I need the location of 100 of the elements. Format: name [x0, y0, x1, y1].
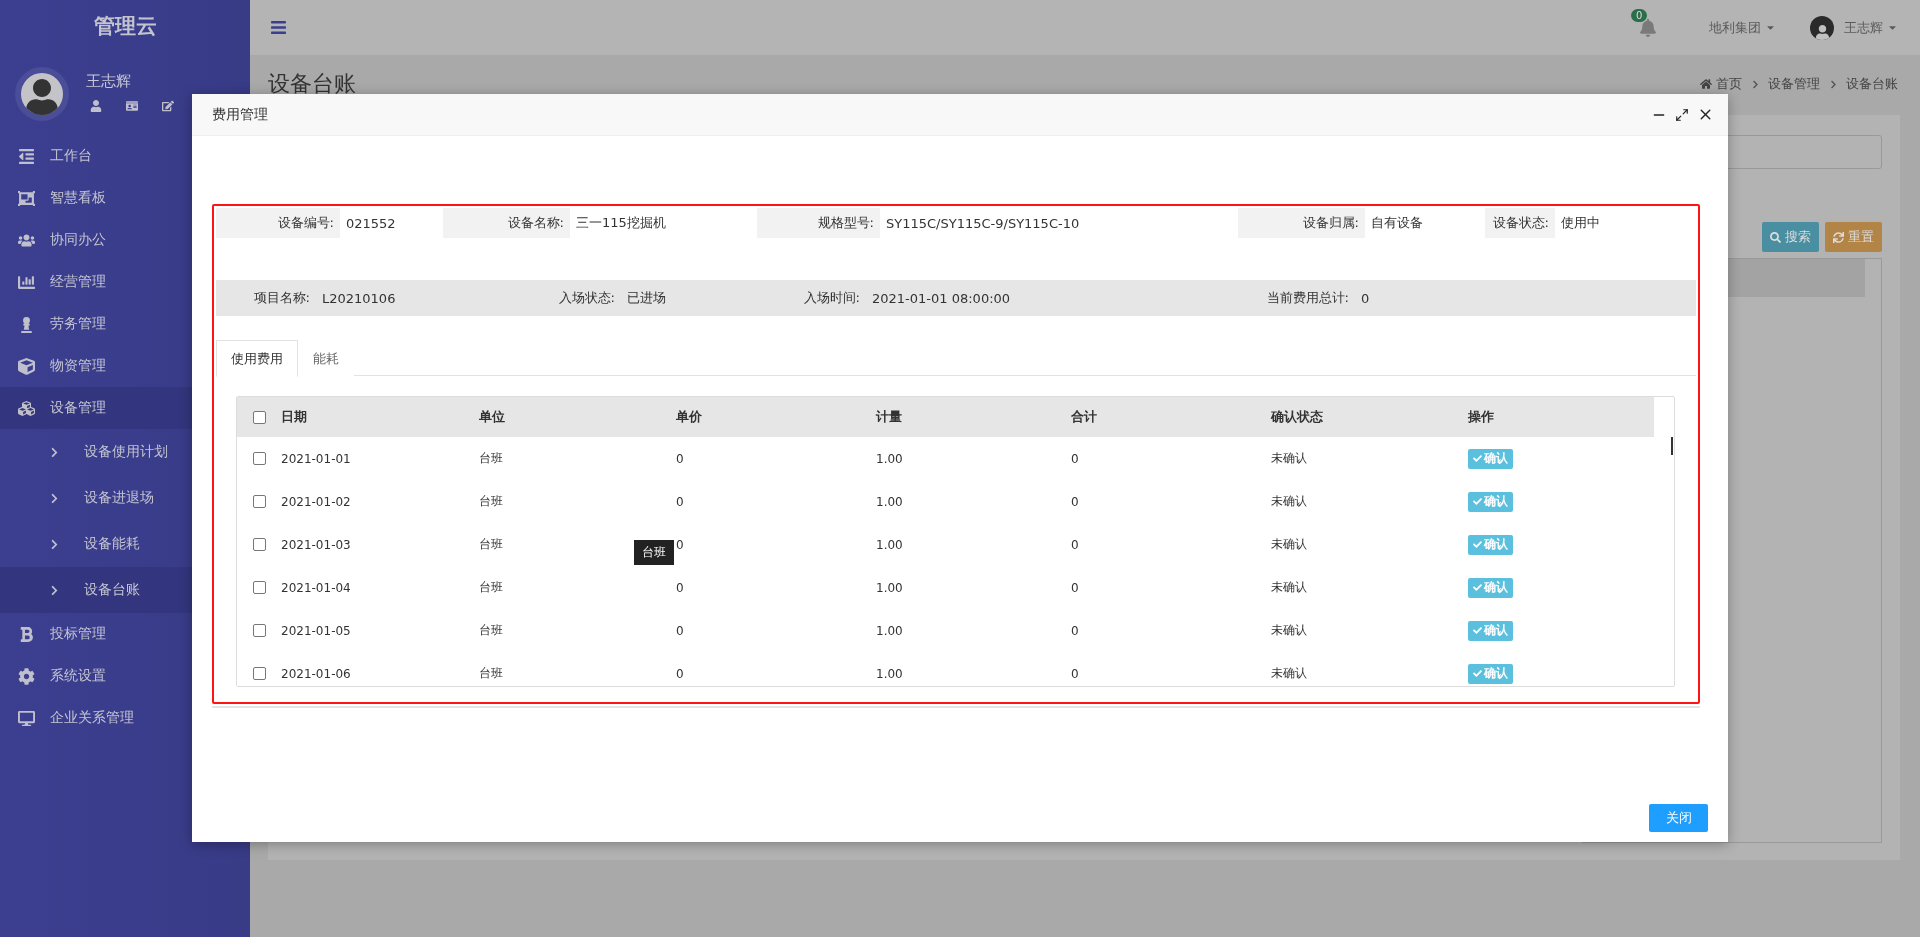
table-cell: 台班	[479, 622, 503, 639]
sidebar-subitem[interactable]: 设备能耗	[0, 521, 250, 567]
sidebar-item[interactable]: 经营管理	[0, 261, 250, 303]
check-icon	[1473, 454, 1482, 463]
column-header: 单价	[676, 408, 703, 426]
table-cell: 台班	[479, 665, 503, 682]
sidebar-item[interactable]: 投标管理	[0, 613, 250, 655]
field-value: 0	[1360, 289, 1371, 308]
table-cell: 0	[676, 451, 684, 466]
tab[interactable]: 使用费用	[216, 340, 298, 377]
breadcrumb-link[interactable]: 首页	[1700, 75, 1742, 93]
menu-icon	[16, 357, 36, 375]
table-cell: 0	[676, 623, 684, 638]
table-cell: 2021-01-06	[281, 666, 351, 681]
notification-count: 0	[1631, 8, 1648, 22]
table-cell: 0	[1071, 666, 1079, 681]
column-header: 计量	[876, 408, 903, 426]
sidebar-item[interactable]: 企业关系管理	[0, 697, 250, 739]
table-cell: 0	[676, 494, 684, 509]
table-cell: 台班	[479, 536, 503, 553]
table-cell: 0	[676, 580, 684, 595]
field-label: 设备名称:	[443, 208, 570, 238]
row-checkbox[interactable]	[252, 452, 266, 465]
field-value: 已进场	[626, 289, 667, 307]
field-value: 自有设备	[1370, 214, 1424, 232]
row-checkbox[interactable]	[252, 667, 266, 680]
table-cell: 1.00	[876, 666, 903, 681]
field-value: 021552	[345, 214, 397, 233]
table-cell: 未确认	[1271, 536, 1307, 553]
field-value: SY115C/SY115C-9/SY115C-10	[885, 214, 1081, 233]
company-dropdown[interactable]: 地利集团	[1709, 18, 1776, 37]
page-title: 设备台账	[268, 70, 357, 98]
field-label: 当前费用总计:	[1265, 289, 1350, 307]
user-name: 王志辉	[86, 72, 132, 91]
table-cell: 1.00	[876, 623, 903, 638]
table-cell: 0	[1071, 537, 1079, 552]
sidebar-item[interactable]: 系统设置	[0, 655, 250, 697]
field-value: L20210106	[321, 289, 397, 308]
menu-icon	[16, 189, 36, 207]
menu-icon	[16, 667, 36, 685]
table-cell: 0	[1071, 451, 1079, 466]
sidebar-subitem[interactable]: 设备进退场	[0, 475, 250, 521]
table-cell: 台班	[479, 579, 503, 596]
check-icon	[1473, 497, 1482, 506]
table-cell: 1.00	[876, 537, 903, 552]
menu-icon	[16, 147, 36, 165]
menu-icon	[16, 273, 36, 291]
table-cell: 2021-01-03	[281, 537, 351, 552]
check-icon	[1473, 669, 1482, 678]
table-cell: 1.00	[876, 494, 903, 509]
field-label: 规格型号:	[757, 208, 880, 238]
brand-logo: 管理云	[92, 13, 158, 40]
row-checkbox[interactable]	[252, 581, 266, 594]
check-icon	[1473, 626, 1482, 635]
check-icon	[1473, 583, 1482, 592]
table-cell: 未确认	[1271, 493, 1307, 510]
breadcrumb-link[interactable]: 设备台账	[1846, 75, 1898, 93]
field-label: 入场状态:	[557, 289, 616, 307]
table-cell: 2021-01-05	[281, 623, 351, 638]
field-label: 设备归属:	[1238, 208, 1365, 238]
field-value: 2021-01-01 08:00:00	[871, 289, 1012, 308]
field-value: 三一115挖掘机	[575, 214, 667, 232]
bell-icon[interactable]	[1639, 18, 1657, 37]
table-cell: 未确认	[1271, 622, 1307, 639]
table-cell: 0	[676, 666, 684, 681]
sidebar-subitem[interactable]: 设备使用计划	[0, 429, 250, 475]
table-cell: 0	[1071, 494, 1079, 509]
table-cell: 2021-01-04	[281, 580, 351, 595]
table-cell: 0	[1071, 623, 1079, 638]
row-checkbox[interactable]	[252, 624, 266, 637]
select-all-checkbox[interactable]	[252, 410, 266, 424]
column-header: 合计	[1071, 408, 1098, 426]
field-label: 设备编号:	[216, 208, 340, 238]
row-checkbox[interactable]	[252, 495, 266, 508]
maximize-icon[interactable]	[1675, 107, 1689, 122]
menu-icon	[16, 399, 36, 417]
field-label: 项目名称:	[252, 289, 311, 307]
menu-icon[interactable]	[268, 18, 288, 37]
menu-icon	[16, 709, 36, 727]
dialog-title: 费用管理	[212, 105, 269, 124]
breadcrumb-link[interactable]: 设备管理	[1768, 75, 1820, 93]
table-cell: 台班	[479, 450, 503, 467]
field-label: 设备状态:	[1485, 208, 1555, 238]
table-cell: 未确认	[1271, 665, 1307, 682]
tooltip: 台班	[634, 540, 674, 565]
table-cell: 1.00	[876, 580, 903, 595]
home-icon	[1700, 78, 1712, 90]
sidebar-item[interactable]: 工作台	[0, 135, 250, 177]
user-dropdown[interactable]: 王志辉	[1844, 18, 1898, 37]
field-value: 使用中	[1560, 214, 1601, 232]
check-icon	[1473, 540, 1482, 549]
column-header: 确认状态	[1271, 408, 1324, 426]
scrollbar-thumb[interactable]	[1671, 437, 1673, 455]
table-cell: 台班	[479, 493, 503, 510]
column-header: 操作	[1468, 408, 1495, 426]
row-checkbox[interactable]	[252, 538, 266, 551]
column-header: 单位	[479, 408, 506, 426]
refresh-icon	[1833, 231, 1844, 243]
column-header: 日期	[281, 408, 308, 426]
user-avatar	[1810, 15, 1834, 40]
